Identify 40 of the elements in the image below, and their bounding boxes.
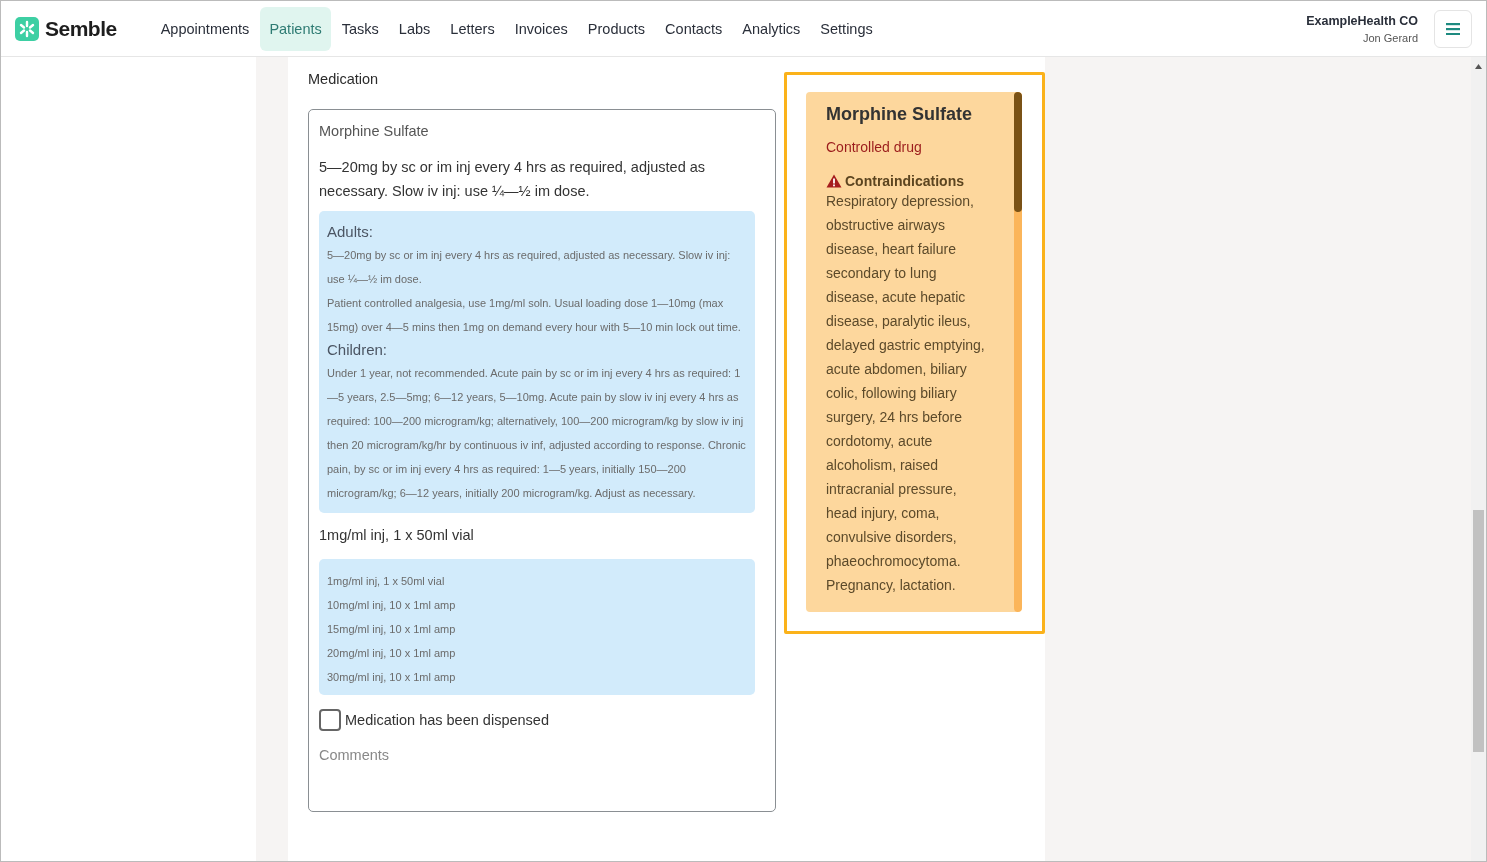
contraindications-text: Respiratory depression, obstructive airways disease, heart failure secondary to lung disease, acute hepatic disease, paralytic ileus, delayed gastric emptying, acute abdomen, biliary colic, following biliary surgery, 24 hrs before cordotomy, acute alcoholism, raised intracranial pressure, head injury, coma, convulsive disorders, phaeochromocytoma. Pregnancy, lactation. — [826, 192, 986, 595]
logo-icon — [15, 16, 39, 41]
form-option[interactable]: 20mg/ml inj, 10 x 1ml amp — [327, 641, 747, 665]
menu-button[interactable] — [1434, 9, 1472, 48]
checkbox[interactable] — [319, 709, 341, 731]
nav-tab[interactable]: Analytics — [733, 6, 810, 51]
nav-tab[interactable]: Settings — [811, 6, 882, 51]
nav-tab[interactable]: Tasks — [332, 6, 388, 51]
warning-icon — [826, 174, 842, 188]
dosage-summary: 5—20mg by sc or im inj every 4 hrs as required, adjusted as necessary. Slow iv inj: use ¼—½ im dose. — [319, 158, 707, 201]
logo-text: Semble — [45, 16, 117, 41]
dosage-heading: Children: — [327, 340, 389, 360]
dosage-text: Patient controlled analgesia, use 1mg/ml soln. Usual loading dose 1—10mg (max 15mg) over 4—5 mins then 1mg on demand every hour with 5—10 min lock out time. — [327, 296, 742, 335]
dosage-text: 5—20mg by sc or im inj every 4 hrs as required, adjusted as necessary. Slow iv inj: use ¼—½ im dose. — [327, 248, 732, 287]
nav-tab[interactable]: Invoices — [505, 6, 577, 51]
user-name: Jon Gerard — [1361, 31, 1418, 44]
drug-name-field[interactable]: Morphine Sulfate — [319, 123, 755, 139]
form-option[interactable]: 15mg/ml inj, 10 x 1ml amp — [327, 617, 747, 641]
drug-category: Controlled drug — [826, 139, 923, 155]
form-option[interactable]: 30mg/ml inj, 10 x 1ml amp — [327, 665, 747, 689]
nav-tab[interactable]: Appointments — [151, 6, 259, 51]
scrollbar-drawing[interactable] — [1014, 92, 1022, 612]
nav-tab[interactable]: Patients — [260, 6, 331, 51]
dosage-heading: Adults: — [327, 222, 374, 242]
drug-title: Morphine Sulfate — [826, 104, 973, 125]
dosage-text: Under 1 year, not recommended. Acute pain by sc or im inj every 4 hrs as required: 1—5 years, 2.5—5mg; 6—12 years, 5—10mg. Acute pain by slow iv inj every 4 hrs as required: 100—200 microgram/kg; alternatively, 100—200 microgram/kg by slow iv inj then 20 microgram/kg/hr by continuous iv inf, adjusted according to response. Chronic pain, by sc or im inj every 4 hrs as required: 1—5 years, initially 150—200 microgram/kg; 6—12 years, initially 200 microgram/kg. Adjust as necessary. — [327, 366, 747, 501]
contraindications-heading: Contraindications — [845, 173, 964, 189]
organisation-name: ExampleHealth CO — [1306, 13, 1418, 28]
nav-tab[interactable]: Letters — [441, 6, 504, 51]
menu-icon — [1446, 22, 1460, 35]
form-option[interactable]: 10mg/ml inj, 10 x 1ml amp — [327, 593, 747, 617]
nav-tab[interactable]: Labs — [389, 6, 440, 51]
form-option[interactable]: 1mg/ml inj, 1 x 50ml vial — [327, 569, 747, 593]
checkbox-label: Medication has been dispensed — [345, 712, 549, 728]
nav-tab[interactable]: Products — [578, 6, 655, 51]
nav-tab[interactable]: Contacts — [656, 6, 732, 51]
section-label: Medication — [308, 71, 380, 87]
selected-form: 1mg/ml inj, 1 x 50ml vial — [319, 527, 475, 543]
app-logo[interactable]: Semble — [15, 16, 117, 41]
scrollbar-drawing[interactable] — [1471, 57, 1486, 861]
